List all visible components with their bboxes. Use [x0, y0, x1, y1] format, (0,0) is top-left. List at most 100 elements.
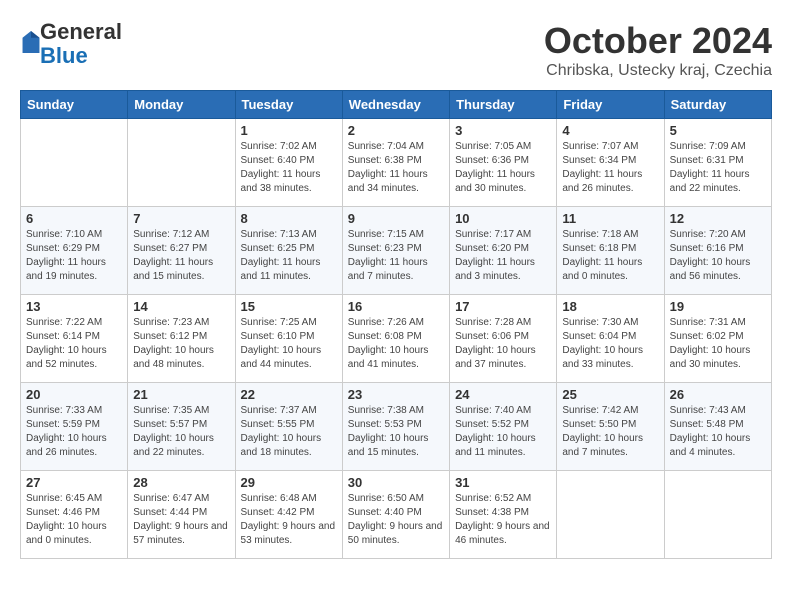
- day-number: 22: [241, 387, 337, 402]
- day-info: Sunrise: 7:40 AM Sunset: 5:52 PM Dayligh…: [455, 404, 551, 460]
- day-number: 10: [455, 211, 551, 226]
- day-of-week-header: Friday: [557, 91, 664, 119]
- calendar-week-row: 6 Sunrise: 7:10 AM Sunset: 6:29 PM Daylig…: [21, 207, 772, 295]
- calendar-day-cell: 5 Sunrise: 7:09 AM Sunset: 6:31 PM Daylig…: [664, 119, 771, 207]
- calendar-day-cell: 6 Sunrise: 7:10 AM Sunset: 6:29 PM Daylig…: [21, 207, 128, 295]
- day-info: Sunrise: 6:47 AM Sunset: 4:44 PM Dayligh…: [133, 492, 229, 548]
- day-info: Sunrise: 7:09 AM Sunset: 6:31 PM Dayligh…: [670, 140, 766, 196]
- calendar-day-cell: 10 Sunrise: 7:17 AM Sunset: 6:20 PM Dayli…: [450, 207, 557, 295]
- day-info: Sunrise: 7:31 AM Sunset: 6:02 PM Dayligh…: [670, 316, 766, 372]
- day-info: Sunrise: 7:42 AM Sunset: 5:50 PM Dayligh…: [562, 404, 658, 460]
- day-info: Sunrise: 7:04 AM Sunset: 6:38 PM Dayligh…: [348, 140, 444, 196]
- day-number: 1: [241, 123, 337, 138]
- calendar-day-cell: 14 Sunrise: 7:23 AM Sunset: 6:12 PM Dayli…: [128, 295, 235, 383]
- day-number: 12: [670, 211, 766, 226]
- day-info: Sunrise: 7:10 AM Sunset: 6:29 PM Dayligh…: [26, 228, 122, 284]
- calendar-day-cell: 21Sunrise: 7:35 AM Sunset: 5:57 PM Dayli…: [128, 383, 235, 471]
- day-number: 7: [133, 211, 229, 226]
- page-header: General Blue October 2024 Chribska, Uste…: [20, 20, 772, 80]
- day-number: 3: [455, 123, 551, 138]
- calendar-week-row: 1 Sunrise: 7:02 AM Sunset: 6:40 PM Daylig…: [21, 119, 772, 207]
- logo-text: General Blue: [40, 20, 122, 68]
- day-of-week-header: Tuesday: [235, 91, 342, 119]
- day-number: 17: [455, 299, 551, 314]
- calendar-day-cell: 9 Sunrise: 7:15 AM Sunset: 6:23 PM Daylig…: [342, 207, 449, 295]
- logo: General Blue: [20, 20, 122, 68]
- day-info: Sunrise: 6:52 AM Sunset: 4:38 PM Dayligh…: [455, 492, 551, 548]
- calendar-day-cell: 1 Sunrise: 7:02 AM Sunset: 6:40 PM Daylig…: [235, 119, 342, 207]
- calendar-day-cell: 4 Sunrise: 7:07 AM Sunset: 6:34 PM Daylig…: [557, 119, 664, 207]
- day-number: 6: [26, 211, 122, 226]
- day-info: Sunrise: 7:13 AM Sunset: 6:25 PM Dayligh…: [241, 228, 337, 284]
- day-info: Sunrise: 6:45 AM Sunset: 4:46 PM Dayligh…: [26, 492, 122, 548]
- day-info: Sunrise: 7:02 AM Sunset: 6:40 PM Dayligh…: [241, 140, 337, 196]
- calendar-day-cell: 2 Sunrise: 7:04 AM Sunset: 6:38 PM Daylig…: [342, 119, 449, 207]
- day-number: 14: [133, 299, 229, 314]
- logo-icon: [22, 31, 40, 53]
- calendar-day-cell: [557, 471, 664, 559]
- day-number: 26: [670, 387, 766, 402]
- calendar-day-cell: 28 Sunrise: 6:47 AM Sunset: 4:44 PM Dayli…: [128, 471, 235, 559]
- calendar-week-row: 20 Sunrise: 7:33 AM Sunset: 5:59 PM Dayli…: [21, 383, 772, 471]
- day-info: Sunrise: 7:33 AM Sunset: 5:59 PM Dayligh…: [26, 404, 122, 460]
- calendar-day-cell: 7 Sunrise: 7:12 AM Sunset: 6:27 PM Daylig…: [128, 207, 235, 295]
- day-info: Sunrise: 7:30 AM Sunset: 6:04 PM Dayligh…: [562, 316, 658, 372]
- day-number: 30: [348, 475, 444, 490]
- day-number: 25: [562, 387, 658, 402]
- calendar-day-cell: 15 Sunrise: 7:25 AM Sunset: 6:10 PM Dayli…: [235, 295, 342, 383]
- month-title: October 2024: [544, 20, 772, 62]
- calendar-day-cell: 26 Sunrise: 7:43 AM Sunset: 5:48 PM Dayli…: [664, 383, 771, 471]
- day-info: Sunrise: 7:12 AM Sunset: 6:27 PM Dayligh…: [133, 228, 229, 284]
- day-info: Sunrise: 7:37 AM Sunset: 5:55 PM Dayligh…: [241, 404, 337, 460]
- calendar-day-cell: 23Sunrise: 7:38 AM Sunset: 5:53 PM Dayli…: [342, 383, 449, 471]
- day-number: 19: [670, 299, 766, 314]
- day-number: 13: [26, 299, 122, 314]
- calendar-table: SundayMondayTuesdayWednesdayThursdayFrid…: [20, 90, 772, 559]
- day-number: 15: [241, 299, 337, 314]
- calendar-day-cell: 29Sunrise: 6:48 AM Sunset: 4:42 PM Dayli…: [235, 471, 342, 559]
- day-number: 28: [133, 475, 229, 490]
- calendar-day-cell: [21, 119, 128, 207]
- day-info: Sunrise: 7:18 AM Sunset: 6:18 PM Dayligh…: [562, 228, 658, 284]
- calendar-day-cell: 20 Sunrise: 7:33 AM Sunset: 5:59 PM Dayli…: [21, 383, 128, 471]
- day-info: Sunrise: 7:25 AM Sunset: 6:10 PM Dayligh…: [241, 316, 337, 372]
- day-info: Sunrise: 7:23 AM Sunset: 6:12 PM Dayligh…: [133, 316, 229, 372]
- calendar-week-row: 27 Sunrise: 6:45 AM Sunset: 4:46 PM Dayli…: [21, 471, 772, 559]
- day-number: 24: [455, 387, 551, 402]
- day-info: Sunrise: 7:22 AM Sunset: 6:14 PM Dayligh…: [26, 316, 122, 372]
- day-number: 4: [562, 123, 658, 138]
- day-of-week-header: Saturday: [664, 91, 771, 119]
- day-info: Sunrise: 7:05 AM Sunset: 6:36 PM Dayligh…: [455, 140, 551, 196]
- day-number: 5: [670, 123, 766, 138]
- day-number: 27: [26, 475, 122, 490]
- location: Chribska, Ustecky kraj, Czechia: [544, 62, 772, 80]
- day-info: Sunrise: 7:17 AM Sunset: 6:20 PM Dayligh…: [455, 228, 551, 284]
- calendar-day-cell: 18Sunrise: 7:30 AM Sunset: 6:04 PM Dayli…: [557, 295, 664, 383]
- calendar-day-cell: 11Sunrise: 7:18 AM Sunset: 6:18 PM Dayli…: [557, 207, 664, 295]
- calendar-day-cell: 19 Sunrise: 7:31 AM Sunset: 6:02 PM Dayli…: [664, 295, 771, 383]
- calendar-day-cell: [664, 471, 771, 559]
- calendar-day-cell: 25 Sunrise: 7:42 AM Sunset: 5:50 PM Dayli…: [557, 383, 664, 471]
- calendar-day-cell: 30 Sunrise: 6:50 AM Sunset: 4:40 PM Dayli…: [342, 471, 449, 559]
- calendar-day-cell: 8Sunrise: 7:13 AM Sunset: 6:25 PM Daylig…: [235, 207, 342, 295]
- day-number: 23: [348, 387, 444, 402]
- calendar-day-cell: 3 Sunrise: 7:05 AM Sunset: 6:36 PM Daylig…: [450, 119, 557, 207]
- day-info: Sunrise: 7:15 AM Sunset: 6:23 PM Dayligh…: [348, 228, 444, 284]
- calendar-day-cell: 12Sunrise: 7:20 AM Sunset: 6:16 PM Dayli…: [664, 207, 771, 295]
- calendar-day-cell: 24 Sunrise: 7:40 AM Sunset: 5:52 PM Dayli…: [450, 383, 557, 471]
- title-block: October 2024 Chribska, Ustecky kraj, Cze…: [544, 20, 772, 80]
- day-info: Sunrise: 6:50 AM Sunset: 4:40 PM Dayligh…: [348, 492, 444, 548]
- day-number: 20: [26, 387, 122, 402]
- calendar-day-cell: 16Sunrise: 7:26 AM Sunset: 6:08 PM Dayli…: [342, 295, 449, 383]
- calendar-day-cell: 22 Sunrise: 7:37 AM Sunset: 5:55 PM Dayli…: [235, 383, 342, 471]
- day-number: 2: [348, 123, 444, 138]
- day-number: 16: [348, 299, 444, 314]
- day-info: Sunrise: 7:28 AM Sunset: 6:06 PM Dayligh…: [455, 316, 551, 372]
- day-info: Sunrise: 7:35 AM Sunset: 5:57 PM Dayligh…: [133, 404, 229, 460]
- day-number: 29: [241, 475, 337, 490]
- day-of-week-header: Sunday: [21, 91, 128, 119]
- day-info: Sunrise: 7:07 AM Sunset: 6:34 PM Dayligh…: [562, 140, 658, 196]
- calendar-day-cell: 27 Sunrise: 6:45 AM Sunset: 4:46 PM Dayli…: [21, 471, 128, 559]
- day-number: 9: [348, 211, 444, 226]
- day-info: Sunrise: 7:43 AM Sunset: 5:48 PM Dayligh…: [670, 404, 766, 460]
